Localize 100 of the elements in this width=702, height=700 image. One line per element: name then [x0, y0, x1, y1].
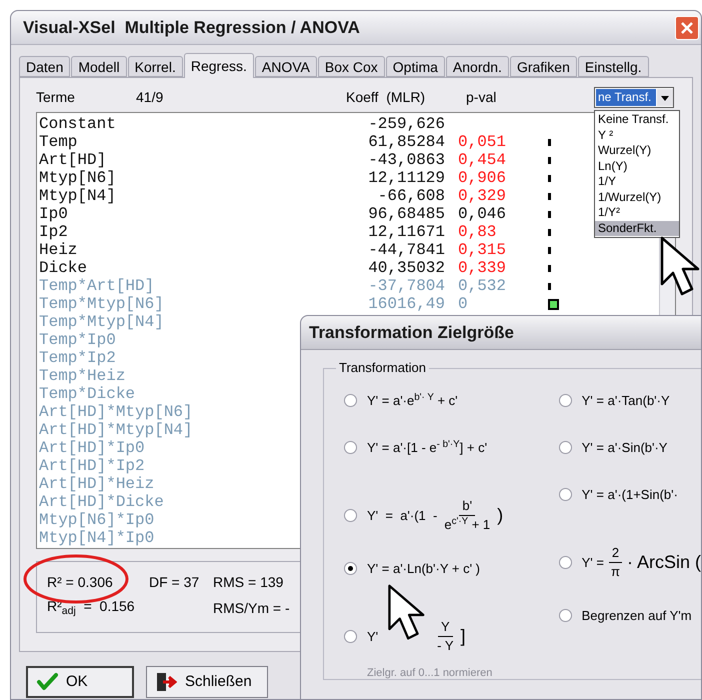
p-value: 0,454 [458, 151, 508, 169]
term-name: Art[HD]*Mtyp[N4] [39, 421, 194, 439]
coefficient: -43,0863 [367, 151, 445, 169]
radio-button[interactable] [558, 488, 572, 502]
radio-button[interactable] [558, 441, 572, 454]
coefficient: 96,68485 [367, 205, 445, 223]
term-name: Mtyp[N4] [39, 187, 117, 205]
p-value: 0,339 [458, 259, 508, 277]
term-name: Dicke [39, 259, 88, 277]
dropdown-option[interactable]: 1/Y [595, 174, 679, 190]
adjusted-r-squared-text: R²$_{adj}$ = 0.156 [47, 597, 135, 617]
exit-door-icon [155, 671, 177, 693]
p-value: 0,532 [458, 277, 508, 295]
tab[interactable]: Box Cox [318, 56, 385, 77]
dialog-title: Transformation Zielgröße [309, 322, 514, 344]
radio-button[interactable] [344, 509, 357, 522]
coefficient: 12,11129 [367, 169, 445, 187]
rms-ratio-text: RMS/Ym = - [213, 599, 290, 618]
coefficient: -66,608 [376, 187, 445, 205]
coefficient: -44,7841 [367, 241, 445, 259]
term-name: Temp*Mtyp[N6] [39, 295, 165, 313]
check-icon [36, 671, 58, 693]
term-name: Art[HD]*Mtyp[N6] [39, 403, 194, 421]
button[interactable]: Schließen [146, 666, 268, 698]
column-header: p-val [466, 88, 496, 107]
tab[interactable]: Daten [19, 56, 70, 77]
formula-text: Y' = a'·(1 - [367, 506, 438, 525]
term-name: Art[HD] [39, 151, 108, 169]
term-count: 41/9 [136, 88, 164, 106]
tab[interactable]: Korrel. [128, 56, 183, 77]
dropdown-option[interactable]: 1/Y² [595, 205, 679, 220]
dropdown-option[interactable]: Y ² [595, 128, 679, 143]
fraction: 2 π [608, 544, 623, 581]
tab[interactable]: ANOVA [254, 56, 317, 77]
close-button[interactable] [675, 16, 699, 40]
formula: Y' = a'·(1+Sin(b'· [582, 486, 678, 504]
radio-button[interactable] [558, 609, 572, 622]
close-icon [680, 20, 694, 34]
coefficient: 40,35032 [367, 259, 445, 277]
formula: Y' = a'·e$^{b'· Y}$ + c' [367, 391, 458, 410]
term-name: Art[HD]*Dicke [39, 493, 165, 511]
term-name: Temp*Ip2 [39, 349, 117, 367]
term-name: Art[HD]*Heiz [39, 475, 156, 493]
formula: Y' = a'·Sin(b'·Y [582, 439, 668, 457]
dropdown-option[interactable]: Ln(Y) [595, 158, 679, 174]
radio-button[interactable] [558, 556, 572, 569]
radio-button[interactable] [344, 394, 357, 408]
radio-button[interactable] [558, 394, 572, 408]
dropdown-option[interactable]: 1/Wurzel(Y) [595, 190, 679, 205]
term-name: Constant [39, 115, 117, 133]
coefficient: -259,626 [367, 115, 445, 133]
formula: Y' = a'·Ln(b'·Y + c' ) [367, 560, 480, 578]
radio-button[interactable] [344, 630, 357, 643]
coefficient: 16016,49 [367, 295, 445, 313]
term-name: Mtyp[N6] [39, 169, 117, 187]
term-name: Temp*Dicke [39, 385, 136, 403]
tab[interactable]: Modell [71, 56, 127, 77]
term-name: Art[HD]*Ip2 [39, 457, 146, 475]
dropdown-option[interactable]: Keine Transf. [595, 112, 679, 128]
term-name: Ip2 [39, 223, 69, 241]
formula-text: ) [497, 504, 504, 527]
term-name: Temp*Art[HD] [39, 277, 156, 295]
column-header: Koeff (MLR) [346, 88, 426, 107]
term-name: Mtyp[N4]*Ip0 [39, 529, 156, 547]
p-value: 0,315 [458, 241, 508, 259]
coefficient: -37,7804 [367, 277, 445, 295]
transform-dropdown[interactable]: ne Transf. [594, 86, 674, 108]
term-name: Art[HD]*Ip0 [39, 439, 146, 457]
term-name: Heiz [39, 241, 78, 259]
radio-button[interactable] [344, 562, 357, 576]
p-value: 0,051 [458, 133, 508, 151]
p-value: 0,046 [458, 205, 508, 223]
df-text: DF = 37 [149, 573, 200, 592]
r-squared-text: R² = 0.306 [47, 573, 113, 592]
radio-button[interactable] [344, 441, 357, 454]
dropdown-option[interactable]: SonderFkt. [595, 220, 679, 236]
p-value: 0,83 [458, 223, 498, 241]
term-name: Mtyp[N6]*Ip0 [39, 511, 156, 529]
tab[interactable]: Anordn. [446, 56, 509, 77]
fraction: b' e$^{c'·Y}$ + 1 [443, 497, 492, 534]
tab[interactable]: Einstellg. [578, 56, 649, 77]
term-name: Temp*Mtyp[N4] [39, 313, 165, 331]
column-header: Terme [36, 88, 76, 106]
formula: Y' = a'·[1 - e$^{- b'·Y}$] + c' [367, 438, 488, 457]
dropdown-option[interactable]: Wurzel(Y) [595, 143, 679, 158]
term-name: Temp [39, 133, 78, 151]
rms-text: RMS = 139 [213, 573, 284, 592]
tab[interactable]: Optima [386, 56, 445, 77]
tab[interactable]: Grafiken [510, 56, 577, 77]
formula-text: ] [460, 625, 466, 648]
fraction: Y - Y [436, 618, 455, 655]
tab[interactable]: Regress. [184, 53, 254, 78]
formula-text: · ArcSin ( [626, 551, 701, 574]
button[interactable]: OK [26, 666, 134, 698]
coefficient: 12,11671 [367, 223, 445, 241]
p-value: 0,906 [458, 169, 508, 187]
formula-text: Y' [367, 628, 378, 646]
formula: Begrenzen auf Y'm [582, 607, 692, 625]
formula-text: Y' = [582, 554, 604, 572]
p-value: 0 [458, 295, 469, 313]
